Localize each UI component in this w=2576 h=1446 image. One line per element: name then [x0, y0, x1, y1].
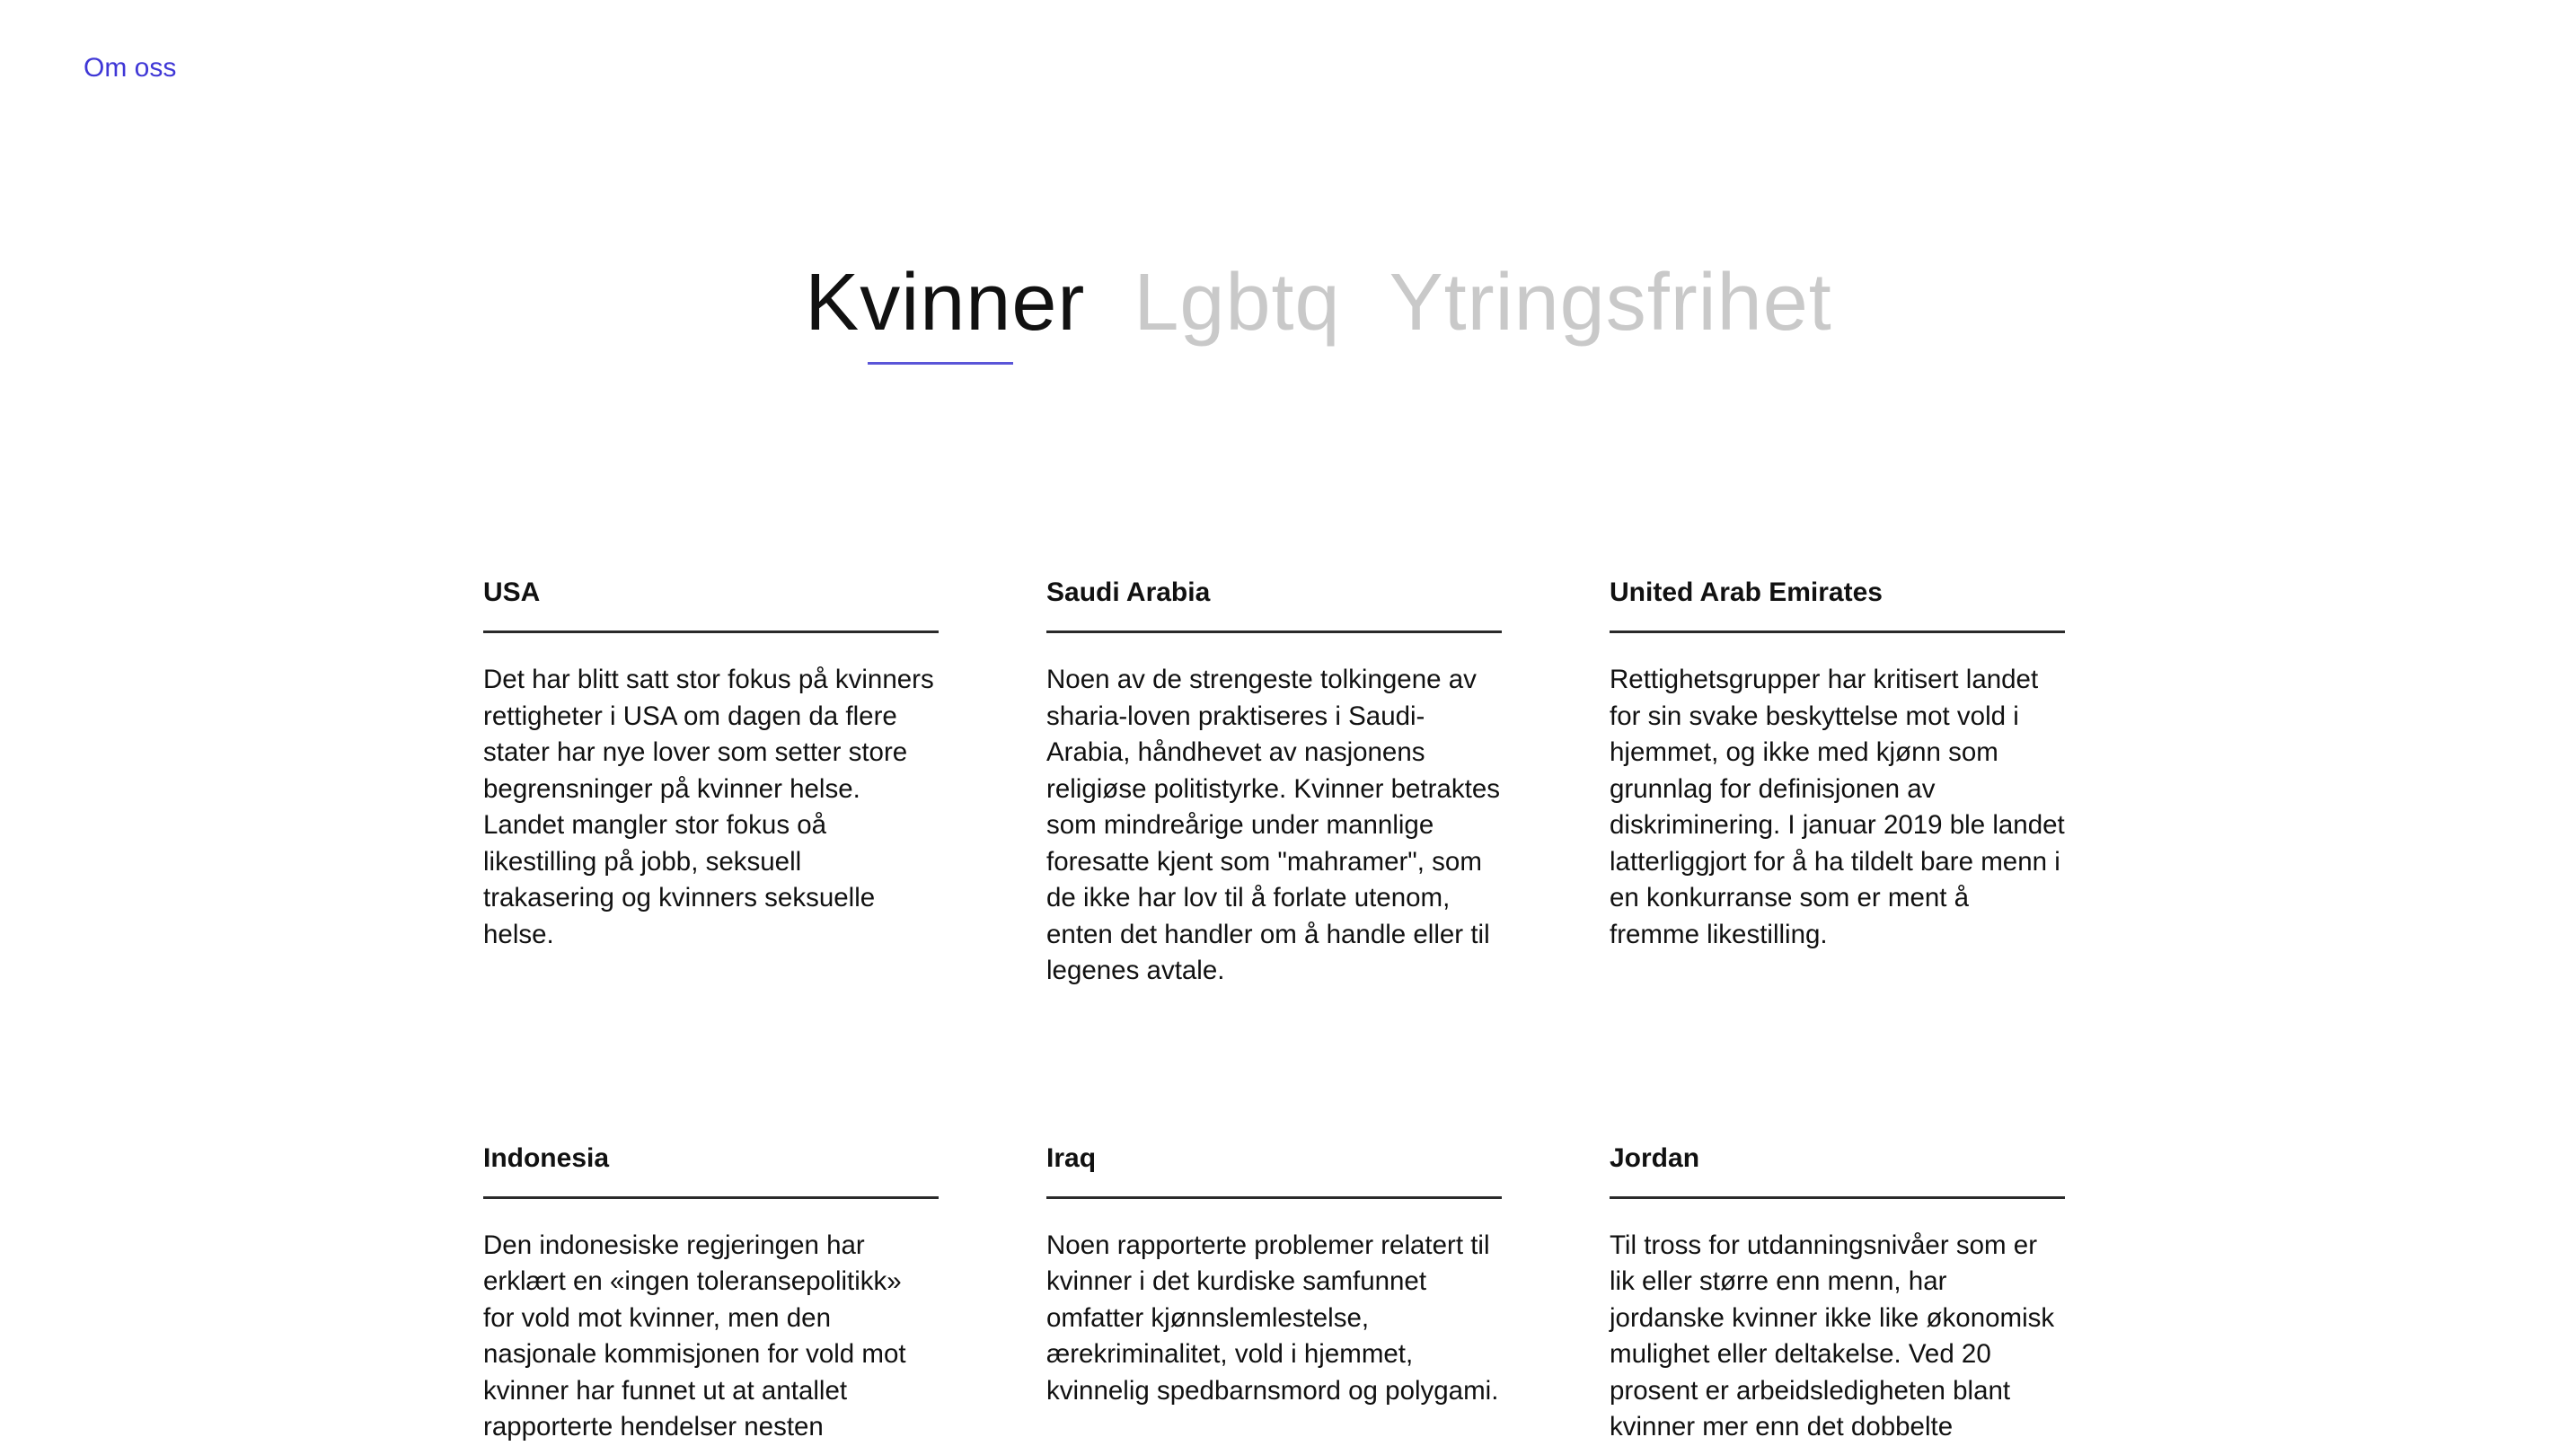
tab-kvinner[interactable]: Kvinner	[805, 253, 1086, 365]
country-card-uae: United Arab Emirates Rettighetsgrupper h…	[1610, 575, 2065, 990]
country-description: Noen av de strengeste tolkingene av shar…	[1046, 665, 1500, 985]
country-title: Saudi Arabia	[1046, 575, 1502, 633]
country-card-indonesia: Indonesia Den indonesiske regjeringen ha…	[483, 1141, 939, 1446]
country-description: Rettighetsgrupper har kritisert landet f…	[1610, 665, 2065, 949]
active-tab-underline	[868, 362, 1014, 365]
country-description: Den indonesiske regjeringen har erklært …	[483, 1230, 906, 1442]
country-title: United Arab Emirates	[1610, 575, 2065, 633]
tab-kvinner-label: Kvinner	[805, 258, 1086, 348]
tab-lgbtq[interactable]: Lgbtq	[1134, 253, 1340, 361]
country-grid: USA Det har blitt satt stor fokus på kvi…	[483, 575, 2073, 1446]
country-title: USA	[483, 575, 939, 633]
country-description: Det har blitt satt stor fokus på kvinner…	[483, 665, 934, 949]
country-title: Iraq	[1046, 1141, 1502, 1199]
tab-lgbtq-label: Lgbtq	[1134, 258, 1341, 348]
country-card-iraq: Iraq Noen rapporterte problemer relatert…	[1046, 1141, 1502, 1446]
about-link[interactable]: Om oss	[84, 50, 176, 86]
tab-ytringsfrihet[interactable]: Ytringsfrihet	[1389, 253, 1832, 361]
country-title: Indonesia	[483, 1141, 939, 1199]
tab-ytringsfrihet-label: Ytringsfrihet	[1389, 258, 1832, 348]
country-description: Noen rapporterte problemer relatert til …	[1046, 1230, 1499, 1406]
country-card-usa: USA Det har blitt satt stor fokus på kvi…	[483, 575, 939, 990]
category-tabs: Kvinner Lgbtq Ytringsfrihet	[61, 253, 2576, 365]
country-description: Til tross for utdanningsnivåer som er li…	[1610, 1230, 2055, 1442]
country-card-jordan: Jordan Til tross for utdanningsnivåer so…	[1610, 1141, 2065, 1446]
country-title: Jordan	[1610, 1141, 2065, 1199]
country-card-saudi-arabia: Saudi Arabia Noen av de strengeste tolki…	[1046, 575, 1502, 990]
